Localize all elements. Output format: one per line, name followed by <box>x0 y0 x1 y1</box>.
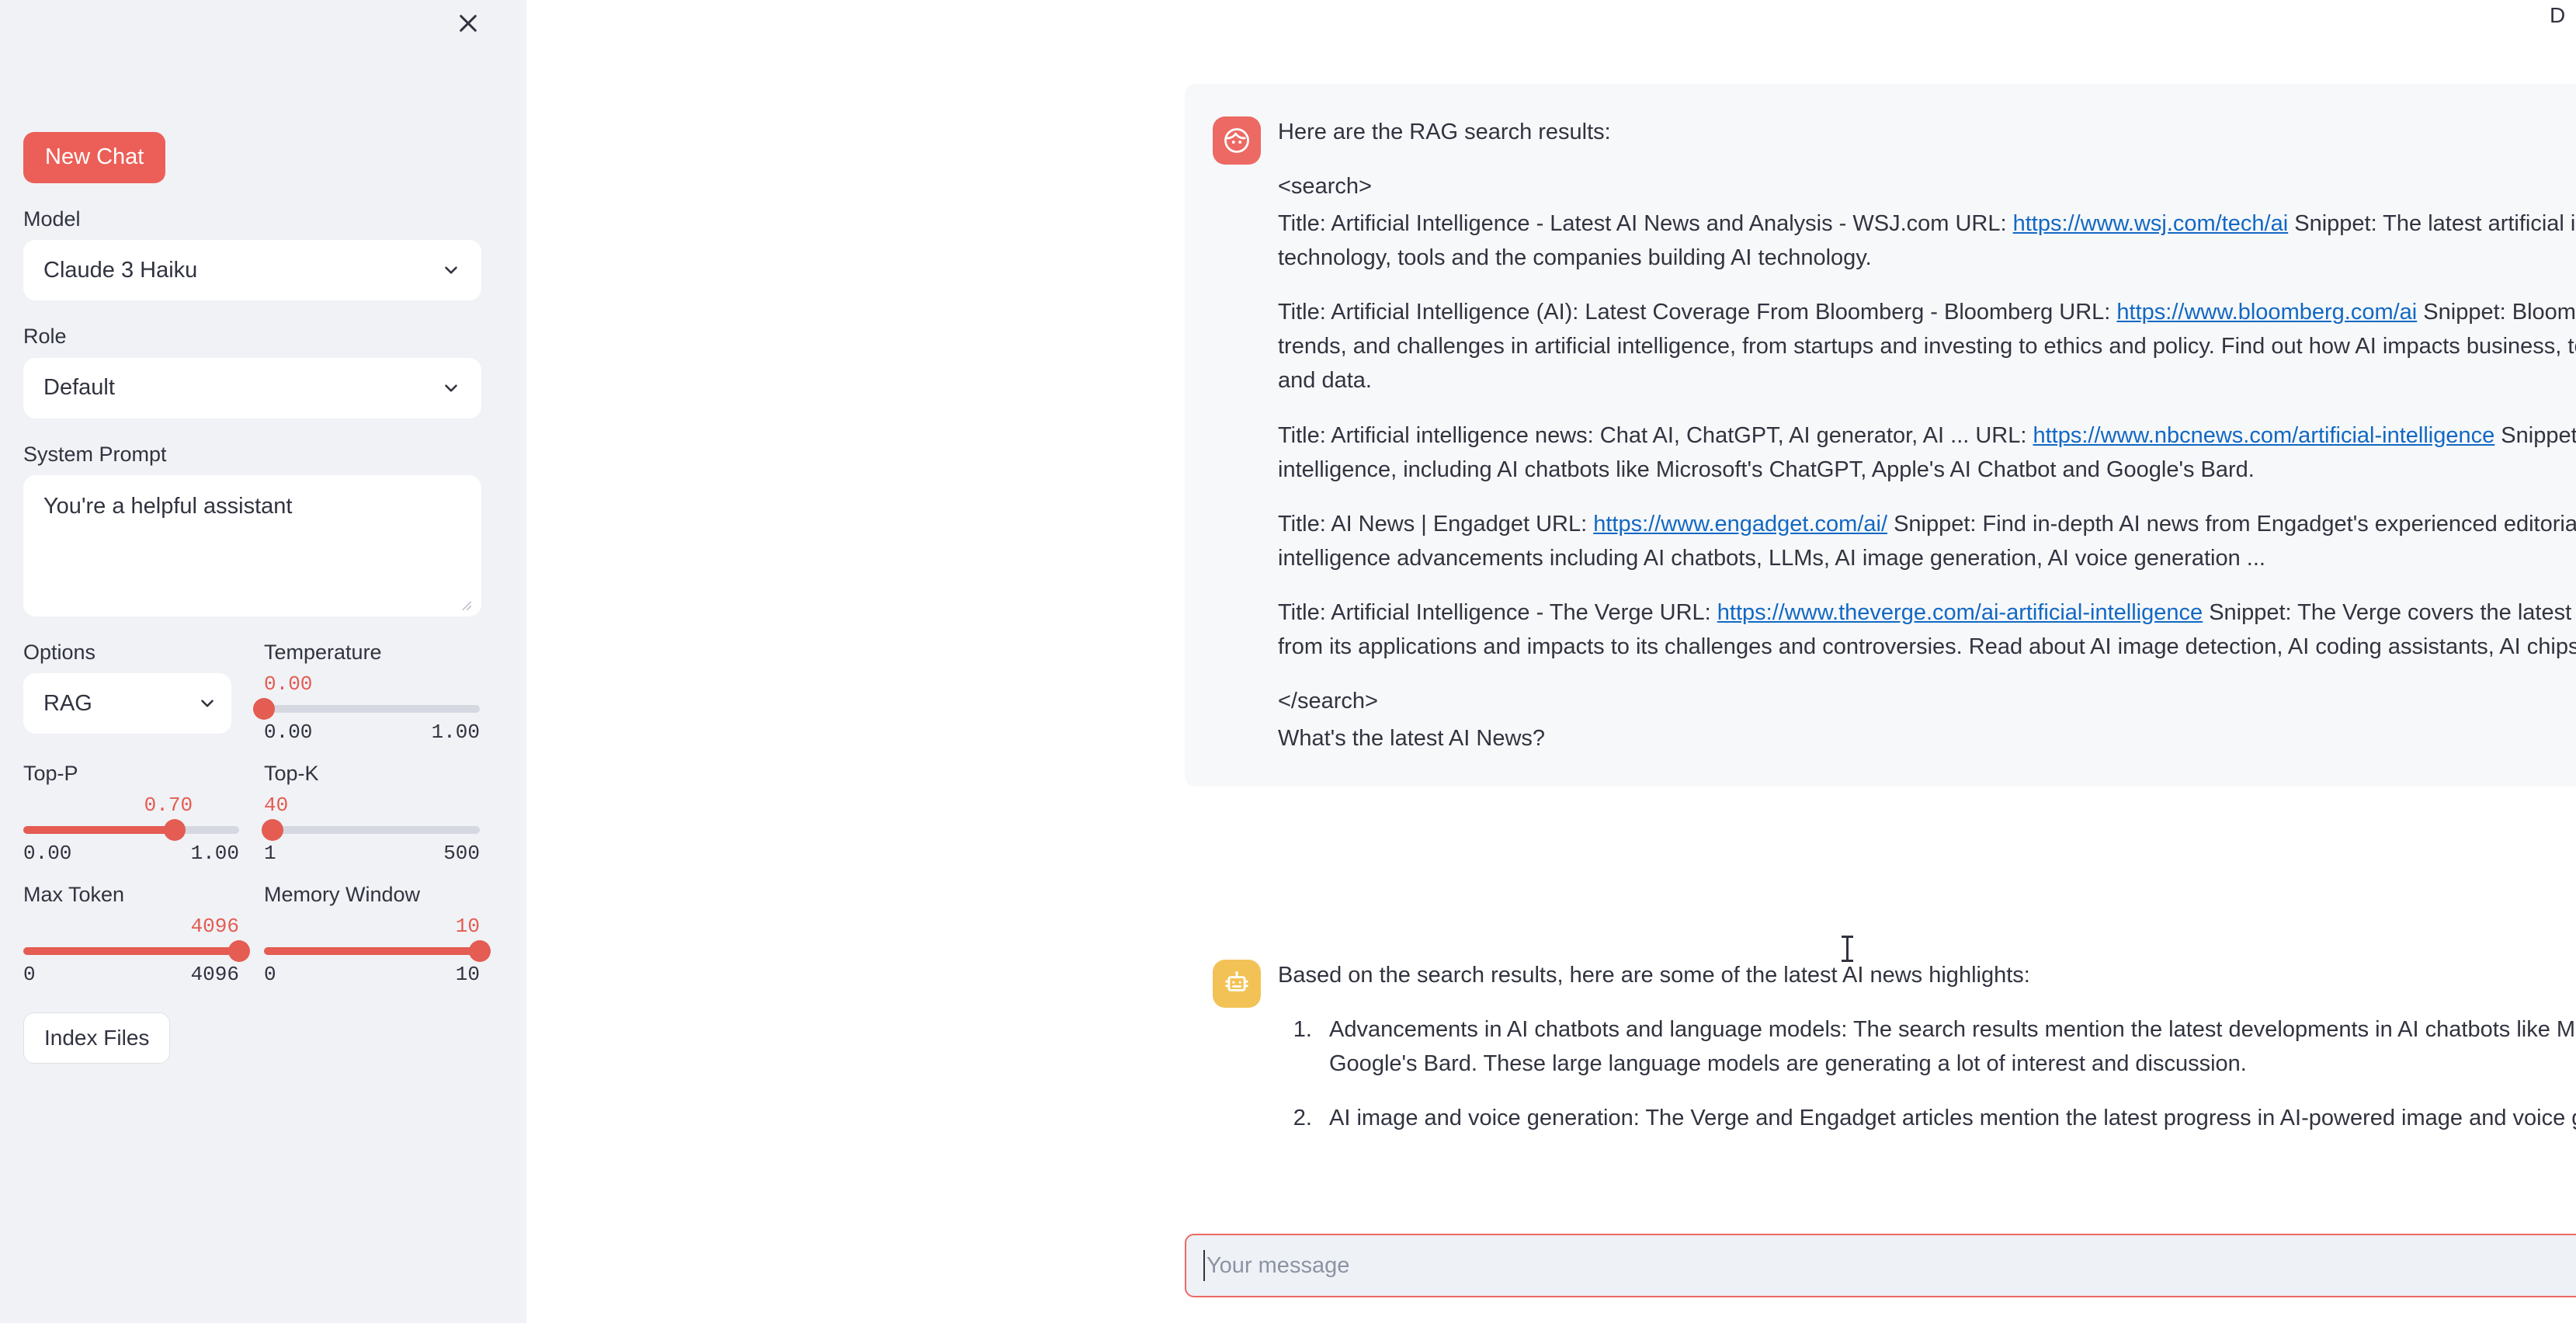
user-intro: Here are the RAG search results: <box>1278 115 2576 149</box>
result-link[interactable]: https://www.theverge.com/ai-artificial-i… <box>1717 600 2203 625</box>
deploy-label-truncated[interactable]: D <box>2550 3 2570 28</box>
close-icon[interactable] <box>453 8 484 39</box>
max-token-max: 4096 <box>191 963 239 986</box>
chevron-down-icon <box>197 693 217 714</box>
list-item: AI image and voice generation: The Verge… <box>1318 1101 2576 1135</box>
result-link[interactable]: https://www.wsj.com/tech/ai <box>2013 211 2289 236</box>
slider-track[interactable] <box>264 947 480 955</box>
max-token-min: 0 <box>23 963 36 986</box>
message-input[interactable]: Your message <box>1206 1253 2576 1279</box>
user-question: What's the latest AI News? <box>1278 721 2576 755</box>
slider-thumb[interactable] <box>262 819 283 841</box>
role-label: Role <box>23 324 503 349</box>
max-token-slider[interactable]: 4096 0 4096 <box>23 915 239 986</box>
slider-fill <box>264 947 480 955</box>
role-select-value: Default <box>43 375 115 401</box>
result-prefix: Title: Artificial intelligence news: Cha… <box>1278 423 2033 448</box>
search-open-tag: <search> <box>1278 169 2576 203</box>
options-select-value: RAG <box>43 691 92 717</box>
search-result-item: Title: Artificial Intelligence - Latest … <box>1278 207 2576 275</box>
model-label: Model <box>23 207 503 231</box>
highlights-list: Advancements in AI chatbots and language… <box>1278 1012 2576 1135</box>
chevron-down-icon <box>441 260 461 280</box>
search-result-item: Title: Artificial Intelligence - The Ver… <box>1278 596 2576 664</box>
new-chat-button[interactable]: New Chat <box>23 132 165 183</box>
index-files-button[interactable]: Index Files <box>23 1012 170 1064</box>
chevron-down-icon <box>441 378 461 398</box>
result-prefix: Title: AI News | Engadget URL: <box>1278 512 1593 536</box>
result-prefix: Title: Artificial Intelligence - The Ver… <box>1278 600 1717 625</box>
temperature-slider[interactable]: 0.00 0.00 1.00 <box>264 673 480 744</box>
assistant-intro: Based on the search results, here are so… <box>1278 958 2576 992</box>
top-p-max: 1.00 <box>191 842 239 865</box>
max-token-value: 4096 <box>23 915 239 938</box>
options-label: Options <box>23 640 264 665</box>
memory-window-slider[interactable]: 10 0 10 <box>264 915 480 986</box>
robot-avatar-icon <box>1213 960 1261 1008</box>
text-cursor <box>1846 936 1849 962</box>
result-prefix: Title: Artificial Intelligence - Latest … <box>1278 211 2013 236</box>
system-prompt-label: System Prompt <box>23 442 503 467</box>
memory-window-min: 0 <box>264 963 276 986</box>
chat-message-user: Here are the RAG search results: <search… <box>1185 84 2576 787</box>
model-select-value: Claude 3 Haiku <box>43 258 197 283</box>
result-link[interactable]: https://www.bloomberg.com/ai <box>2116 300 2417 325</box>
slider-fill <box>23 947 239 955</box>
face-avatar-icon <box>1213 116 1261 165</box>
max-token-label: Max Token <box>23 882 264 907</box>
memory-window-max: 10 <box>456 963 480 986</box>
resize-grip-icon[interactable] <box>457 593 474 610</box>
search-close-tag: </search> <box>1278 684 2576 718</box>
top-k-max: 500 <box>443 842 480 865</box>
result-link[interactable]: https://www.engadget.com/ai/ <box>1593 512 1887 536</box>
model-select[interactable]: Claude 3 Haiku <box>23 240 481 300</box>
top-p-min: 0.00 <box>23 842 71 865</box>
top-p-value: 0.70 <box>144 794 239 817</box>
temperature-value: 0.00 <box>264 673 480 696</box>
top-p-slider[interactable]: 0.70 0.00 1.00 <box>23 794 239 865</box>
app-root: New Chat Model Claude 3 Haiku Role Defau… <box>0 0 2576 1323</box>
top-p-label: Top-P <box>23 761 264 786</box>
top-k-slider[interactable]: 40 1 500 <box>264 794 480 865</box>
top-k-min: 1 <box>264 842 276 865</box>
temperature-label: Temperature <box>264 640 489 665</box>
slider-track[interactable] <box>264 705 480 713</box>
slider-thumb[interactable] <box>228 940 250 962</box>
slider-track[interactable] <box>23 947 239 955</box>
slider-thumb[interactable] <box>253 698 275 720</box>
slider-thumb[interactable] <box>469 940 491 962</box>
temperature-min: 0.00 <box>264 721 312 744</box>
slider-thumb[interactable] <box>164 819 186 841</box>
message-input-bar[interactable]: Your message <box>1185 1234 2576 1297</box>
settings-sidebar: New Chat Model Claude 3 Haiku Role Defau… <box>0 0 526 1323</box>
list-item: Advancements in AI chatbots and language… <box>1318 1012 2576 1081</box>
role-select[interactable]: Default <box>23 358 481 418</box>
options-select[interactable]: RAG <box>23 673 231 734</box>
input-caret <box>1203 1250 1205 1281</box>
slider-track[interactable] <box>23 826 239 834</box>
system-prompt-textarea[interactable]: You're a helpful assistant <box>23 475 481 616</box>
slider-fill <box>23 826 175 834</box>
temperature-max: 1.00 <box>432 721 480 744</box>
result-link[interactable]: https://www.nbcnews.com/artificial-intel… <box>2033 423 2495 448</box>
user-message-body: Here are the RAG search results: <search… <box>1278 115 2576 755</box>
assistant-message-body: Based on the search results, here are so… <box>1278 958 2576 1155</box>
slider-track[interactable] <box>264 826 480 834</box>
memory-window-value: 10 <box>264 915 480 938</box>
memory-window-label: Memory Window <box>264 882 489 907</box>
search-result-item: Title: Artificial intelligence news: Cha… <box>1278 418 2576 487</box>
system-prompt-value: You're a helpful assistant <box>43 494 292 519</box>
chat-message-assistant: Based on the search results, here are so… <box>1185 927 2576 1186</box>
chat-main: D Here are the RAG search results: <sear… <box>526 0 2576 1323</box>
sidebar-header <box>23 0 503 47</box>
result-prefix: Title: Artificial Intelligence (AI): Lat… <box>1278 300 2116 325</box>
search-result-item: Title: AI News | Engadget URL: https://w… <box>1278 507 2576 575</box>
top-k-label: Top-K <box>264 761 489 786</box>
search-result-item: Title: Artificial Intelligence (AI): Lat… <box>1278 295 2576 398</box>
top-k-value: 40 <box>264 794 480 817</box>
